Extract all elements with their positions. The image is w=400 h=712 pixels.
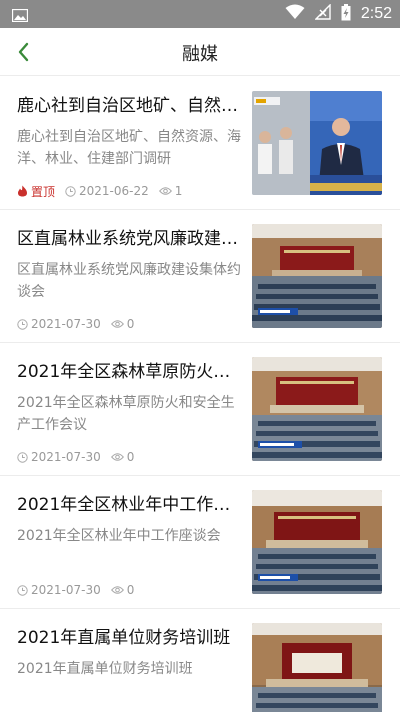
article-title: 2021年全区森林草原防火和安全生产工作会议 [17, 362, 241, 382]
date-text: 2021-07-30 [31, 583, 101, 597]
pinned-badge: 置顶 [17, 183, 55, 200]
article-views: 1 [158, 184, 183, 198]
article-summary: 鹿心社到自治区地矿、自然资源、海洋、林业、住建部门调研 [17, 129, 241, 167]
clock-icon [65, 185, 76, 197]
article-meta: 2021-07-30 0 [17, 316, 144, 332]
clock-icon [17, 584, 28, 596]
page-title: 融媒 [182, 44, 218, 65]
article-summary: 2021年直属单位财务培训班 [17, 661, 193, 677]
article-date: 2021-07-30 [17, 583, 101, 597]
article-thumbnail[interactable] [252, 224, 382, 328]
article-item[interactable]: 2021年全区森林草原防火和安全生产工作会议 2021年全区森林草原防火和安全生… [0, 343, 400, 476]
article-date: 2021-07-30 [17, 450, 101, 464]
article-summary: 2021年全区森林草原防火和安全生产工作会议 [17, 395, 235, 433]
date-text: 2021-07-30 [31, 317, 101, 331]
article-meta: 置顶 2021-06-22 1 [17, 183, 192, 199]
article-list: 鹿心社到自治区地矿、自然资源、海洋、林业、住建部门调研 鹿心社到自治区地矿、自然… [0, 77, 400, 712]
article-item[interactable]: 鹿心社到自治区地矿、自然资源、海洋、林业、住建部门调研 鹿心社到自治区地矿、自然… [0, 77, 400, 210]
battery-charging-icon [341, 3, 351, 25]
article-title: 2021年直属单位财务培训班 [17, 628, 231, 648]
clock-icon [17, 318, 28, 330]
article-title: 鹿心社到自治区地矿、自然资源、海洋、林业、住建部门调研 [17, 96, 241, 116]
article-meta: 2021-07-30 0 [17, 582, 144, 598]
article-thumbnail[interactable] [252, 357, 382, 461]
image-icon [11, 7, 29, 23]
views-count: 0 [126, 583, 135, 597]
article-item[interactable]: 2021年直属单位财务培训班 2021年直属单位财务培训班 [0, 609, 400, 712]
article-views: 0 [110, 583, 135, 597]
eye-icon [110, 320, 124, 328]
article-item[interactable]: 区直属林业系统党风廉政建设集体约谈会 区直属林业系统党风廉政建设集体约谈会 20… [0, 210, 400, 343]
article-views: 0 [110, 450, 135, 464]
eye-icon [158, 187, 172, 195]
eye-icon [110, 586, 124, 594]
article-date: 2021-07-30 [17, 317, 101, 331]
article-summary: 区直属林业系统党风廉政建设集体约谈会 [17, 262, 241, 300]
clock-time: 2:52 [360, 5, 392, 22]
article-title: 2021年全区林业年中工作座谈会 [17, 495, 241, 515]
article-thumbnail[interactable] [252, 91, 382, 195]
top-nav-bar: 融媒 [0, 28, 400, 76]
article-summary: 2021年全区林业年中工作座谈会 [17, 528, 221, 544]
views-count: 1 [174, 184, 183, 198]
article-thumbnail[interactable] [252, 490, 382, 594]
views-count: 0 [126, 317, 135, 331]
article-meta: 2021-07-30 0 [17, 449, 144, 465]
article-thumbnail[interactable] [252, 623, 382, 712]
status-bar: 2:52 [0, 0, 400, 28]
date-text: 2021-07-30 [31, 450, 101, 464]
article-views: 0 [110, 317, 135, 331]
signal-icon [314, 3, 331, 24]
article-title: 区直属林业系统党风廉政建设集体约谈会 [17, 229, 241, 249]
eye-icon [110, 453, 124, 461]
pinned-label: 置顶 [31, 184, 56, 199]
article-item[interactable]: 2021年全区林业年中工作座谈会 2021年全区林业年中工作座谈会 2021-0… [0, 476, 400, 609]
views-count: 0 [126, 450, 135, 464]
fire-icon [18, 185, 27, 197]
wifi-icon [285, 4, 305, 24]
article-date: 2021-06-22 [65, 184, 149, 198]
clock-icon [17, 451, 28, 463]
date-text: 2021-06-22 [79, 184, 149, 198]
